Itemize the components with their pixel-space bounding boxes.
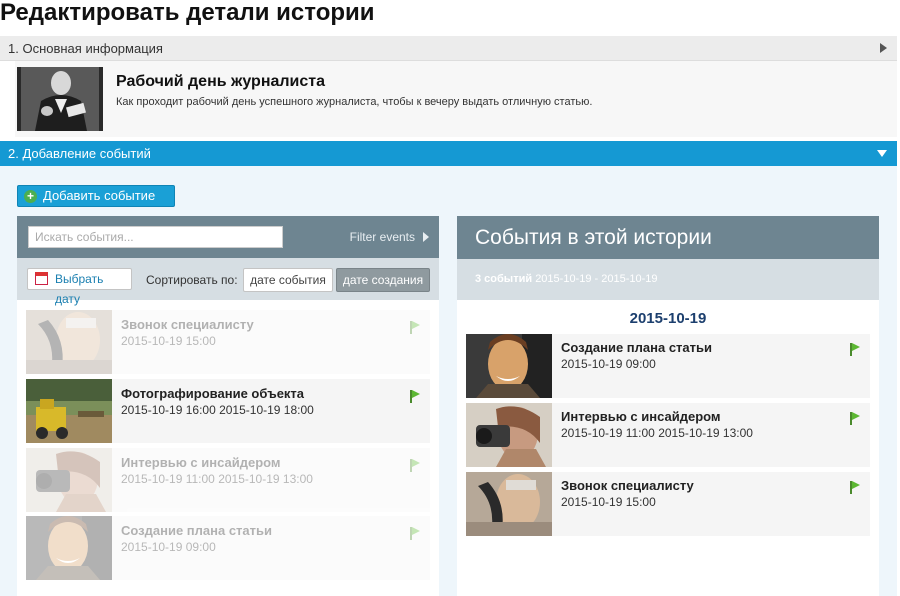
story-cover-image [17, 67, 103, 131]
section-basic-info-header[interactable]: 1. Основная информация [0, 36, 897, 61]
event-thumbnail [26, 379, 112, 443]
story-description: Как проходит рабочий день успешного журн… [116, 96, 593, 108]
event-thumbnail [466, 472, 552, 536]
event-date: 2015-10-19 15:00 [561, 495, 656, 509]
event-date: 2015-10-19 09:00 [121, 540, 216, 554]
flag-icon[interactable] [410, 321, 420, 334]
event-title: Интервью с инсайдером [561, 409, 721, 424]
flag-icon[interactable] [410, 527, 420, 540]
pool-event-item[interactable]: Фотографирование объекта 2015-10-19 16:0… [26, 379, 430, 443]
story-events-panel: События в этой истории 3 событий 2015-10… [457, 216, 879, 596]
events-count: 3 событий [475, 273, 533, 285]
event-thumbnail [26, 448, 112, 512]
event-title: Создание плана статьи [121, 523, 272, 538]
event-search-input[interactable] [28, 226, 283, 248]
chevron-right-icon[interactable] [423, 232, 429, 242]
event-title: Звонок специалисту [121, 317, 254, 332]
plus-icon: + [24, 190, 37, 203]
event-date: 2015-10-19 15:00 [121, 334, 216, 348]
choose-date-label: Выбрать дату [55, 272, 104, 306]
event-thumbnail [26, 516, 112, 580]
flag-icon[interactable] [410, 459, 420, 472]
section-add-events-header[interactable]: 2. Добавление событий [0, 141, 897, 166]
event-search-bar: Filter events [17, 216, 439, 258]
pool-event-item[interactable]: Создание плана статьи 2015-10-19 09:00 [26, 516, 430, 580]
pool-event-item[interactable]: Интервью с инсайдером 2015-10-19 11:00 2… [26, 448, 430, 512]
sort-by-created-date-button[interactable]: дате создания [336, 268, 430, 292]
event-date: 2015-10-19 11:00 2015-10-19 13:00 [561, 426, 753, 440]
choose-date-button[interactable]: Выбрать дату [27, 268, 132, 306]
story-events-header: События в этой истории [457, 216, 879, 259]
story-title: Рабочий день журналиста [116, 73, 326, 90]
sort-label: Сортировать по: [146, 273, 238, 287]
flag-icon[interactable] [850, 343, 860, 356]
event-date: 2015-10-19 11:00 2015-10-19 13:00 [121, 472, 313, 486]
add-event-label: Добавить событие [43, 188, 156, 203]
pool-event-item[interactable]: Звонок специалисту 2015-10-19 15:00 [26, 310, 430, 374]
event-date: 2015-10-19 16:00 2015-10-19 18:00 [121, 403, 314, 417]
event-title: Интервью с инсайдером [121, 455, 281, 470]
chevron-right-icon [880, 43, 887, 53]
calendar-icon [35, 272, 48, 285]
story-summary: Рабочий день журналиста Как проходит раб… [15, 61, 897, 137]
flag-icon[interactable] [850, 412, 860, 425]
story-event-item[interactable]: Интервью с инсайдером 2015-10-19 11:00 2… [466, 403, 870, 467]
event-title: Звонок специалисту [561, 478, 694, 493]
story-event-item[interactable]: Создание плана статьи 2015-10-19 09:00 [466, 334, 870, 398]
page-title: Редактировать детали истории [0, 0, 375, 26]
chevron-down-icon [877, 150, 887, 157]
event-thumbnail [26, 310, 112, 374]
event-pool-panel: Filter events Выбрать дату Сортировать п… [17, 216, 439, 596]
event-thumbnail [466, 334, 552, 398]
sort-bar: Выбрать дату Сортировать по: дате событи… [17, 258, 439, 306]
events-date-range: 2015-10-19 - 2015-10-19 [535, 273, 658, 285]
event-title: Создание плана статьи [561, 340, 712, 355]
event-thumbnail [466, 403, 552, 467]
event-date: 2015-10-19 09:00 [561, 357, 656, 371]
section-basic-info-label: 1. Основная информация [8, 41, 163, 56]
flag-icon[interactable] [410, 390, 420, 403]
day-heading: 2015-10-19 [629, 310, 707, 327]
event-title: Фотографирование объекта [121, 386, 305, 401]
story-event-item[interactable]: Звонок специалисту 2015-10-19 15:00 [466, 472, 870, 536]
add-event-button[interactable]: + Добавить событие [17, 185, 175, 207]
sort-by-event-date-button[interactable]: дате события [243, 268, 333, 292]
flag-icon[interactable] [850, 481, 860, 494]
story-events-summary: 3 событий 2015-10-19 - 2015-10-19 [457, 259, 879, 300]
section-add-events-label: 2. Добавление событий [8, 146, 151, 161]
filter-events-link[interactable]: Filter events [350, 230, 415, 244]
